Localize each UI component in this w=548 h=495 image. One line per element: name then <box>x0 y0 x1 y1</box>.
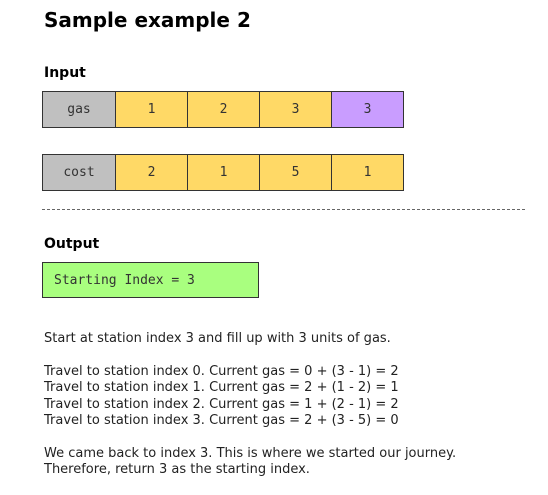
explanation-step: Travel to station index 0. Current gas =… <box>44 363 399 379</box>
explanation-conclusion: We came back to index 3. This is where w… <box>44 445 457 461</box>
explanation-text: Start at station index 3 and fill up wit… <box>44 331 539 479</box>
explanation-step: Travel to station index 3. Current gas =… <box>44 413 399 428</box>
explanation-step: Travel to station index 1. Current gas =… <box>44 380 399 395</box>
cost-cell-0: 2 <box>115 155 187 190</box>
gas-cell-2: 3 <box>259 92 331 127</box>
explanation-step: Travel to station index 2. Current gas =… <box>44 396 399 412</box>
result-box: Starting Index = 3 <box>42 262 259 298</box>
section-divider <box>42 209 525 210</box>
cost-cell-3: 1 <box>331 155 403 190</box>
gas-array: gas 1 2 3 3 <box>42 91 404 128</box>
gas-cell-1: 2 <box>187 92 259 127</box>
gas-cell-0: 1 <box>115 92 187 127</box>
cost-cell-1: 1 <box>187 155 259 190</box>
page-title: Sample example 2 <box>44 8 251 32</box>
gas-cell-3-highlighted: 3 <box>331 92 403 127</box>
input-heading: Input <box>44 65 86 81</box>
output-heading: Output <box>44 236 100 252</box>
explanation-intro: Start at station index 3 and fill up wit… <box>44 331 391 346</box>
gas-array-label: gas <box>43 92 115 127</box>
cost-array: cost 2 1 5 1 <box>42 154 404 191</box>
explanation-conclusion: Therefore, return 3 as the starting inde… <box>44 462 310 477</box>
cost-array-label: cost <box>43 155 115 190</box>
cost-cell-2: 5 <box>259 155 331 190</box>
